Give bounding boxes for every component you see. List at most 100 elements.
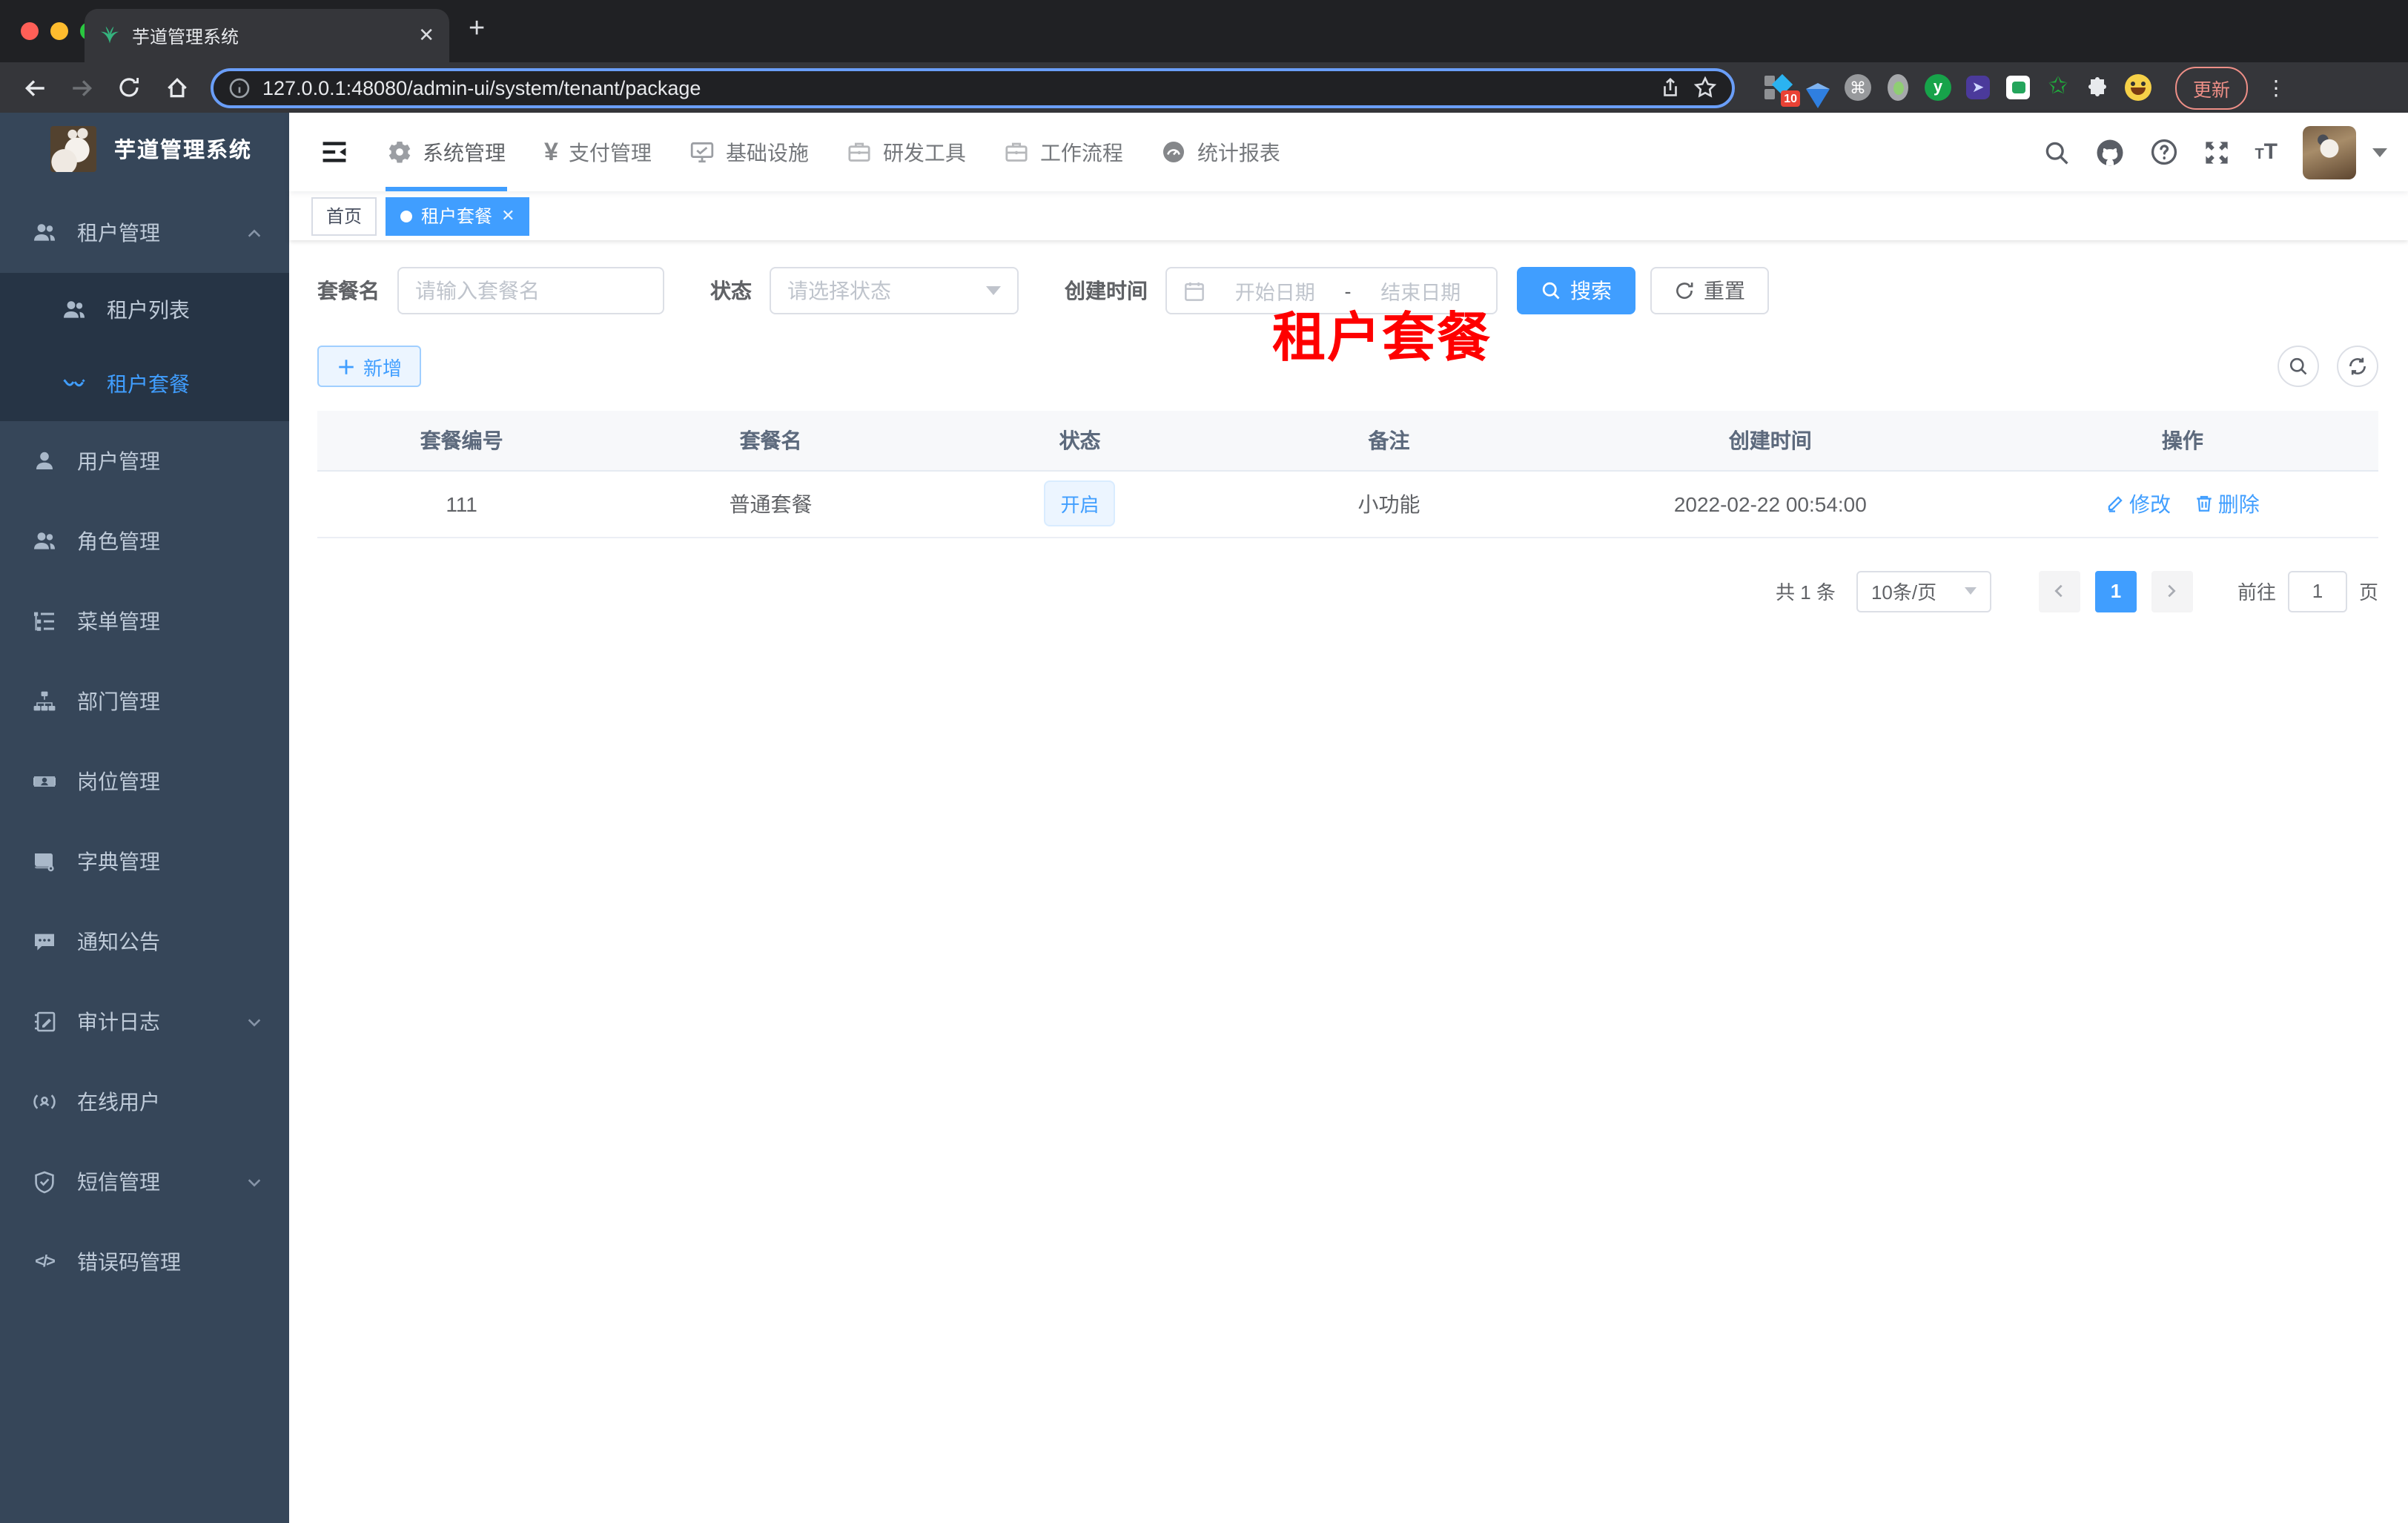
reset-button[interactable]: 重置 bbox=[1650, 267, 1769, 314]
next-page-button[interactable] bbox=[2151, 570, 2193, 612]
sidebar-item-notice-announcement[interactable]: 通知公告 bbox=[0, 902, 289, 982]
page-size-value: 10条/页 bbox=[1870, 581, 1937, 604]
sidebar-item-tenant-package[interactable]: 租户套餐 bbox=[0, 347, 289, 421]
topnav-item-payment[interactable]: ¥ 支付管理 bbox=[525, 113, 671, 191]
package-name-input[interactable] bbox=[415, 279, 646, 303]
roles-icon bbox=[33, 529, 56, 553]
sidebar-item-post-management[interactable]: 岗位管理 bbox=[0, 741, 289, 822]
search-button[interactable]: 搜索 bbox=[1517, 267, 1635, 314]
font-size-icon[interactable]: TT bbox=[2255, 139, 2278, 165]
extension-star-icon[interactable]: ✩ bbox=[2045, 74, 2071, 101]
topnav-label: 统计报表 bbox=[1197, 140, 1280, 164]
forward-button[interactable] bbox=[62, 68, 101, 107]
goto-group: 前往 页 bbox=[2237, 570, 2378, 612]
col-status: 状态 bbox=[935, 411, 1225, 471]
status-select[interactable]: 请选择状态 bbox=[770, 267, 1019, 314]
prev-page-button[interactable] bbox=[2038, 570, 2080, 612]
sidebar-item-department-management[interactable]: 部门管理 bbox=[0, 661, 289, 741]
url-bar[interactable]: 127.0.0.1:48080/admin-ui/system/tenant/p… bbox=[211, 67, 1735, 108]
topnav-item-infrastructure[interactable]: 基础设施 bbox=[671, 113, 828, 191]
extension-puzzle-icon[interactable] bbox=[2085, 74, 2111, 101]
dictionary-book-icon bbox=[33, 850, 56, 873]
sidebar-item-label: 租户套餐 bbox=[107, 372, 190, 396]
extension-y-icon[interactable]: y bbox=[1925, 74, 1951, 101]
main-area: 系统管理 ¥ 支付管理 基础设施 研发工具 工作流程 统计报表 TT 首页 租户… bbox=[289, 113, 2408, 1523]
sidebar-item-label: 用户管理 bbox=[77, 449, 160, 473]
site-info-icon[interactable] bbox=[228, 76, 251, 99]
sidebar-item-label: 在线用户 bbox=[77, 1090, 160, 1114]
sidebar-item-label: 短信管理 bbox=[77, 1170, 160, 1194]
extension-emoji-icon[interactable] bbox=[2125, 74, 2151, 101]
url-text[interactable]: 127.0.0.1:48080/admin-ui/system/tenant/p… bbox=[262, 76, 1647, 99]
show-search-icon-button[interactable] bbox=[2278, 346, 2319, 387]
sidebar-item-role-management[interactable]: 角色管理 bbox=[0, 501, 289, 581]
sidebar-item-audit-log[interactable]: 审计日志 bbox=[0, 982, 289, 1062]
extension-command-icon[interactable]: ⌘ bbox=[1845, 74, 1871, 101]
extension-oval-icon[interactable] bbox=[1885, 74, 1911, 101]
help-icon[interactable] bbox=[2149, 138, 2177, 166]
sidebar-item-online-users[interactable]: 在线用户 bbox=[0, 1062, 289, 1142]
share-icon[interactable] bbox=[1659, 76, 1681, 99]
add-button[interactable]: 新增 bbox=[317, 346, 422, 387]
github-icon[interactable] bbox=[2094, 137, 2124, 167]
gear-icon bbox=[387, 139, 412, 165]
sidebar-collapse-icon[interactable] bbox=[311, 130, 356, 174]
topnav-item-system[interactable]: 系统管理 bbox=[368, 113, 525, 191]
delete-link[interactable]: 删除 bbox=[2194, 489, 2260, 518]
topnav-item-workflow[interactable]: 工作流程 bbox=[985, 113, 1142, 191]
user-icon bbox=[33, 449, 56, 473]
reload-button[interactable] bbox=[110, 68, 148, 107]
browser-tab[interactable]: 芋道管理系统 ✕ bbox=[85, 9, 449, 62]
close-window-button[interactable] bbox=[21, 22, 39, 40]
sidebar-item-label: 岗位管理 bbox=[77, 770, 160, 793]
sidebar-item-user-management[interactable]: 用户管理 bbox=[0, 421, 289, 501]
extension-chat-icon[interactable] bbox=[2005, 74, 2031, 101]
avatar-caret-icon[interactable] bbox=[2372, 148, 2387, 156]
browser-update-button[interactable]: 更新 bbox=[2175, 66, 2249, 109]
sidebar-item-menu-management[interactable]: 菜单管理 bbox=[0, 581, 289, 661]
sidebar-item-error-code-management[interactable]: </> 错误码管理 bbox=[0, 1222, 289, 1302]
pagination: 共 1 条 10条/页 1 前往 页 bbox=[317, 570, 2378, 612]
page-size-select[interactable]: 10条/页 bbox=[1856, 570, 1991, 612]
sidebar-item-sms-management[interactable]: 短信管理 bbox=[0, 1142, 289, 1222]
briefcase-icon bbox=[847, 139, 873, 165]
fullscreen-icon[interactable] bbox=[2203, 139, 2229, 165]
tag-tenant-package[interactable]: 租户套餐 ✕ bbox=[386, 196, 530, 235]
id-badge-icon bbox=[33, 770, 56, 793]
extension-blue-diamond-icon[interactable]: 10 bbox=[1764, 73, 1800, 107]
goto-page-input[interactable] bbox=[2287, 570, 2347, 612]
topnav-item-reports[interactable]: 统计报表 bbox=[1142, 113, 1300, 191]
tenant-list-icon bbox=[62, 298, 86, 322]
edit-link[interactable]: 修改 bbox=[2106, 489, 2171, 518]
tab-close-icon[interactable]: ✕ bbox=[418, 24, 434, 47]
search-icon[interactable] bbox=[2042, 139, 2069, 165]
topnav-item-dev-tools[interactable]: 研发工具 bbox=[828, 113, 985, 191]
chevron-down-icon bbox=[986, 286, 1001, 295]
extension-gem-icon[interactable] bbox=[1805, 74, 1831, 108]
col-created: 创建时间 bbox=[1553, 411, 1987, 471]
sidebar-item-dictionary-management[interactable]: 字典管理 bbox=[0, 822, 289, 902]
new-tab-button[interactable]: + bbox=[469, 13, 485, 46]
back-button[interactable] bbox=[15, 68, 53, 107]
col-package-id: 套餐编号 bbox=[317, 411, 606, 471]
sidebar-item-label: 租户管理 bbox=[77, 221, 160, 245]
cell-package-name: 普通套餐 bbox=[606, 470, 936, 538]
home-button[interactable] bbox=[157, 68, 196, 107]
tag-home[interactable]: 首页 bbox=[311, 196, 377, 235]
tag-close-icon[interactable]: ✕ bbox=[501, 206, 515, 225]
sidebar-item-tenant-management[interactable]: 租户管理 bbox=[0, 193, 289, 273]
user-avatar[interactable] bbox=[2303, 125, 2356, 179]
minimize-window-button[interactable] bbox=[50, 22, 68, 40]
app-title: 芋道管理系统 bbox=[114, 139, 252, 162]
app-logo[interactable]: 芋道管理系统 bbox=[0, 113, 289, 184]
sidebar-item-tenant-list[interactable]: 租户列表 bbox=[0, 273, 289, 347]
online-user-icon bbox=[33, 1090, 56, 1114]
refresh-table-button[interactable] bbox=[2337, 346, 2378, 387]
topnav-label: 工作流程 bbox=[1039, 140, 1123, 164]
browser-menu-icon[interactable]: ⋮ bbox=[2266, 75, 2286, 100]
bookmark-star-icon[interactable] bbox=[1693, 76, 1717, 99]
page-number-current[interactable]: 1 bbox=[2094, 570, 2137, 612]
chevron-down-icon bbox=[246, 1014, 262, 1030]
tag-label: 首页 bbox=[326, 206, 363, 227]
extension-shield-icon[interactable]: ➤ bbox=[1965, 74, 1991, 101]
